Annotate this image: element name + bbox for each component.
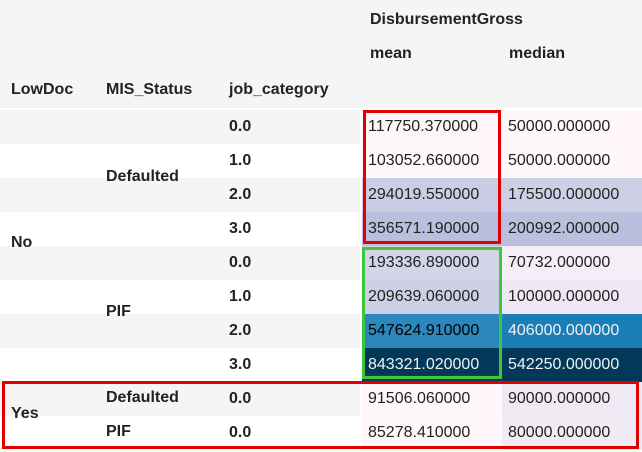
job-category-cell: 1.0: [229, 288, 252, 305]
lowdoc-header: LowDoc: [11, 81, 74, 98]
mean-cell: 843321.020000: [362, 348, 502, 382]
mean-cell: 294019.550000: [362, 178, 502, 212]
median-cell: 406000.000000: [502, 314, 642, 348]
median-cell: 175500.000000: [502, 178, 642, 212]
mis-status-header: MIS_Status: [106, 81, 193, 98]
status-no-pif: PIF: [106, 303, 131, 320]
job-category-cell: 2.0: [229, 186, 252, 203]
median-cell: 542250.000000: [502, 348, 642, 382]
status-yes-pif: PIF: [106, 423, 131, 440]
mean-cell: 103052.660000: [362, 144, 502, 178]
job-category-cell: 1.0: [229, 152, 252, 169]
median-cell: 100000.000000: [502, 280, 642, 314]
median-cell: 80000.000000: [502, 416, 642, 450]
row-stripe: [0, 178, 360, 212]
mean-cell: 356571.190000: [362, 212, 502, 246]
job-category-cell: 2.0: [229, 322, 252, 339]
row-stripe: [0, 382, 360, 416]
job-category-cell: 3.0: [229, 220, 252, 237]
job-category-cell: 0.0: [229, 424, 252, 441]
mean-cell: 117750.370000: [362, 110, 502, 144]
job-category-cell: 0.0: [229, 254, 252, 271]
status-yes-defaulted: Defaulted: [106, 389, 179, 406]
lowdoc-no: No: [11, 234, 33, 251]
row-stripe: [0, 314, 360, 348]
lowdoc-yes: Yes: [11, 405, 39, 422]
mean-cell: 85278.410000: [362, 416, 502, 450]
mean-cell: 209639.060000: [362, 280, 502, 314]
row-stripe: [0, 246, 360, 280]
styled-dataframe: DisbursementGross mean median LowDoc MIS…: [0, 0, 642, 452]
median-cell: 90000.000000: [502, 382, 642, 416]
column-group-header: DisbursementGross: [370, 11, 523, 28]
mean-header: mean: [370, 45, 412, 62]
median-cell: 50000.000000: [502, 110, 642, 144]
median-header: median: [509, 45, 566, 62]
mean-cell: 193336.890000: [362, 246, 502, 280]
median-cell: 200992.000000: [502, 212, 642, 246]
mean-cell: 91506.060000: [362, 382, 502, 416]
median-cell: 50000.000000: [502, 144, 642, 178]
job-category-header: job_category: [229, 81, 329, 98]
job-category-cell: 0.0: [229, 118, 252, 135]
status-no-defaulted: Defaulted: [106, 168, 179, 185]
job-category-cell: 3.0: [229, 356, 252, 373]
median-cell: 70732.000000: [502, 246, 642, 280]
row-stripe: [0, 110, 360, 144]
job-category-cell: 0.0: [229, 390, 252, 407]
mean-cell: 547624.910000: [362, 314, 502, 348]
